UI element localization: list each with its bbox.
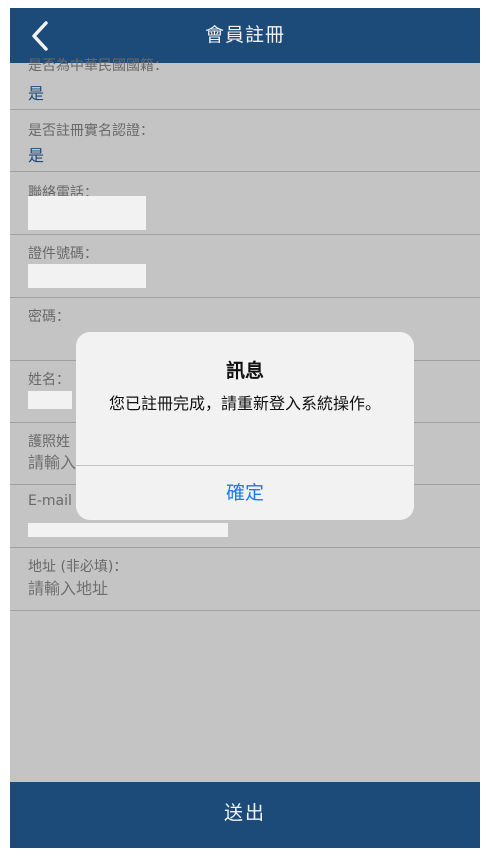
app-screen: 會員註冊 是否為中華民國國籍： 是 是否註冊實名認證： 是 聯絡電話： 證件號碼…	[10, 8, 480, 848]
confirm-button[interactable]: 確定	[76, 466, 414, 520]
alert-dialog: 訊息 您已註冊完成，請重新登入系統操作。 確定	[76, 332, 414, 520]
dialog-message: 您已註冊完成，請重新登入系統操作。	[108, 394, 381, 413]
dialog-title: 訊息	[225, 360, 264, 382]
